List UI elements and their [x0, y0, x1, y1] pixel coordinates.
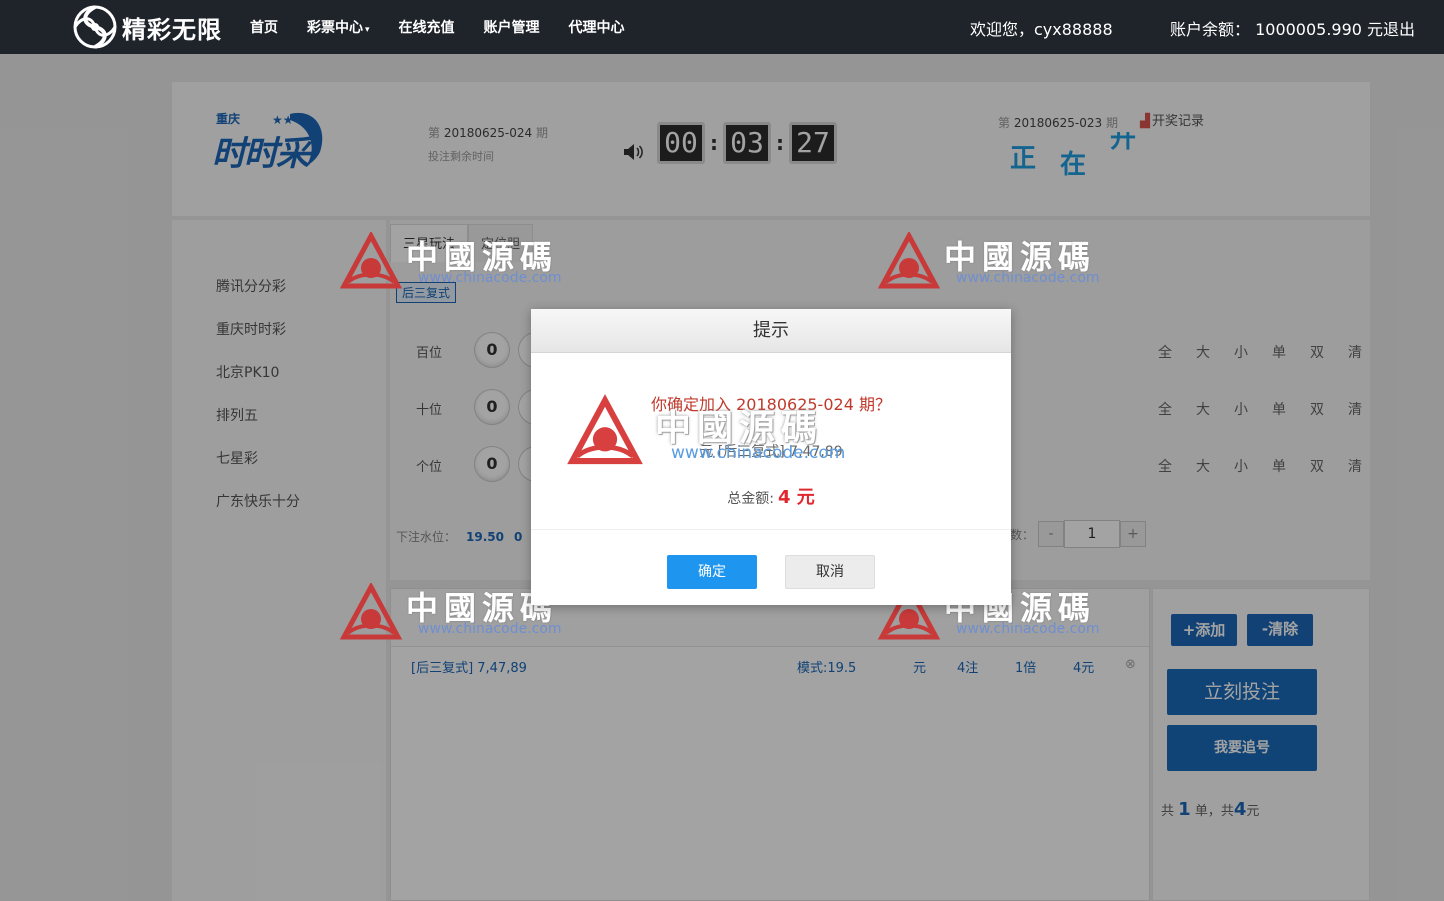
caret-down-icon: ▾: [365, 25, 370, 35]
balance-logout[interactable]: 账户余额： 1000005.990 元退出: [1170, 16, 1415, 40]
dialog-detail: 元 [后三复式] 7,47,89: [699, 444, 843, 460]
dialog-divider: [531, 529, 1011, 530]
main-nav: 首页 彩票中心 ▾ 在线充值 账户管理 代理中心: [250, 0, 654, 54]
nav-lottery-center-label: 彩票中心: [307, 20, 363, 36]
dialog-title: 提示: [531, 309, 1011, 353]
dialog-question: 你确定加入 20180625-024 期？: [651, 395, 891, 414]
dialog-total-label: 总金额:: [727, 491, 774, 507]
brand-name: 精彩无限: [122, 15, 222, 44]
cancel-button[interactable]: 取消: [785, 555, 875, 589]
welcome-text: 欢迎您，cyx88888: [970, 20, 1113, 39]
top-nav-bar: 精彩无限 首页 彩票中心 ▾ 在线充值 账户管理 代理中心 欢迎您，cyx8888…: [0, 0, 1444, 54]
nav-agent[interactable]: 代理中心: [569, 17, 625, 37]
brand-logo[interactable]: 精彩无限: [72, 4, 222, 50]
nav-account[interactable]: 账户管理: [484, 17, 540, 37]
confirm-dialog: 提示 你确定加入 20180625-024 期？ 元 [后三复式] 7,47,8…: [531, 309, 1011, 605]
confirm-button[interactable]: 确定: [667, 555, 757, 589]
dialog-total: 总金额: 4 元: [531, 483, 1011, 509]
nav-recharge[interactable]: 在线充值: [399, 17, 455, 37]
dialog-total-value: 4 元: [777, 487, 815, 508]
nav-lottery-center[interactable]: 彩票中心 ▾: [307, 17, 370, 37]
brand-swirl-icon: [73, 5, 117, 49]
nav-home[interactable]: 首页: [250, 17, 278, 37]
